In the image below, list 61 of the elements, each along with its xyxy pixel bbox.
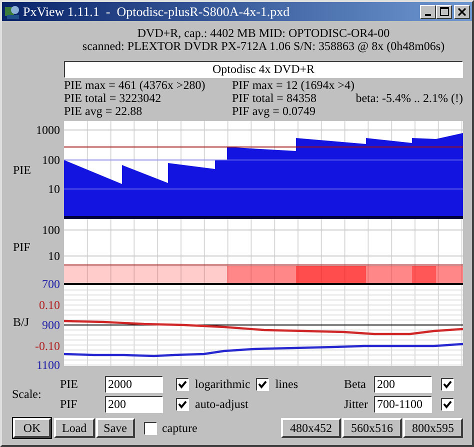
app-icon <box>4 4 20 20</box>
scale-input[interactable]: 200 <box>374 376 432 392</box>
checkbox[interactable] <box>441 378 454 390</box>
scale-label: Scale: <box>12 386 42 402</box>
window-size-button[interactable]: 480x452 <box>281 418 341 438</box>
window-title: PxView 1.11.1 - Optodisc-plusR-S800A-4x-1.pxd <box>23 4 291 20</box>
pie-stat: PIE avg = 22.88 <box>64 105 144 118</box>
capture-checkbox[interactable] <box>144 422 157 434</box>
action-button[interactable]: Load <box>54 418 95 438</box>
beta-stat: beta: -5.4% .. 2.1% (!) <box>356 92 463 105</box>
scale-input[interactable]: 200 <box>105 396 163 412</box>
check-icon <box>178 380 187 388</box>
checkbox[interactable] <box>176 398 189 410</box>
pif-stat: PIF avg = 0.0749 <box>232 105 316 118</box>
check-icon <box>443 400 452 408</box>
axis-tick-label: 1000 <box>36 123 60 137</box>
option-label: auto-adjust <box>195 396 248 412</box>
option-label: lines <box>275 376 298 392</box>
plot-label: PIF <box>13 240 30 254</box>
minimize-icon <box>425 14 431 16</box>
maximize-button[interactable] <box>436 4 452 18</box>
scale-field-label: PIE <box>60 376 79 392</box>
checkbox[interactable] <box>256 378 270 390</box>
pif-stat: PIF max = 12 (1694x >4) <box>232 79 356 92</box>
close-button[interactable] <box>454 4 470 18</box>
plot-label: PIE <box>13 163 31 177</box>
window-size-button[interactable]: 800x595 <box>403 418 463 438</box>
plot-label: B/J <box>13 315 30 329</box>
minimize-button[interactable] <box>420 4 436 18</box>
scale-field-label: Jitter <box>344 396 369 412</box>
capture-label: capture <box>162 420 198 436</box>
action-button[interactable]: OK <box>13 418 51 438</box>
check-icon <box>178 400 187 408</box>
scan-info: DVD+R, cap.: 4402 MB MID: OPTODISC-OR4-00 <box>136 27 391 40</box>
axis-tick-label: 100 <box>42 223 60 237</box>
close-icon <box>458 8 466 16</box>
checkbox[interactable] <box>176 378 189 390</box>
axis-tick-label: 900 <box>42 318 60 332</box>
axis-tick-label: -0.10 <box>35 339 60 353</box>
axis-tick-label: 100 <box>42 153 60 167</box>
axis-tick-label: 1100 <box>36 358 60 372</box>
pie-stat: PIE total = 3223042 <box>64 92 162 105</box>
pif-stat: PIF total = 84358 <box>232 92 316 105</box>
scale-input[interactable]: 2000 <box>105 376 163 392</box>
scale-field-label: PIF <box>60 396 78 412</box>
axis-tick-label: 0.10 <box>39 298 60 312</box>
check-icon <box>258 380 268 388</box>
axis-tick-label: 10 <box>48 249 60 263</box>
checkbox[interactable] <box>441 398 454 410</box>
axis-tick-label: 700 <box>42 277 60 291</box>
scan-info: scanned: PLEXTOR DVDR PX-712A 1.06 S/N: 358863 @ 8x (0h48m06s) <box>81 40 446 53</box>
option-label: logarithmic <box>195 376 250 392</box>
window-size-button[interactable]: 560x516 <box>342 418 402 438</box>
action-button[interactable]: Save <box>96 418 135 438</box>
check-icon <box>443 380 452 388</box>
label-field[interactable]: Optodisc 4x DVD+R <box>64 61 463 78</box>
maximize-icon <box>440 7 448 16</box>
axis-tick-label: 10 <box>48 182 60 196</box>
scale-field-label: Beta <box>344 376 367 392</box>
pie-stat: PIE max = 461 (4376x >280) <box>64 79 206 92</box>
scale-input[interactable]: 700-1100 <box>374 396 432 412</box>
